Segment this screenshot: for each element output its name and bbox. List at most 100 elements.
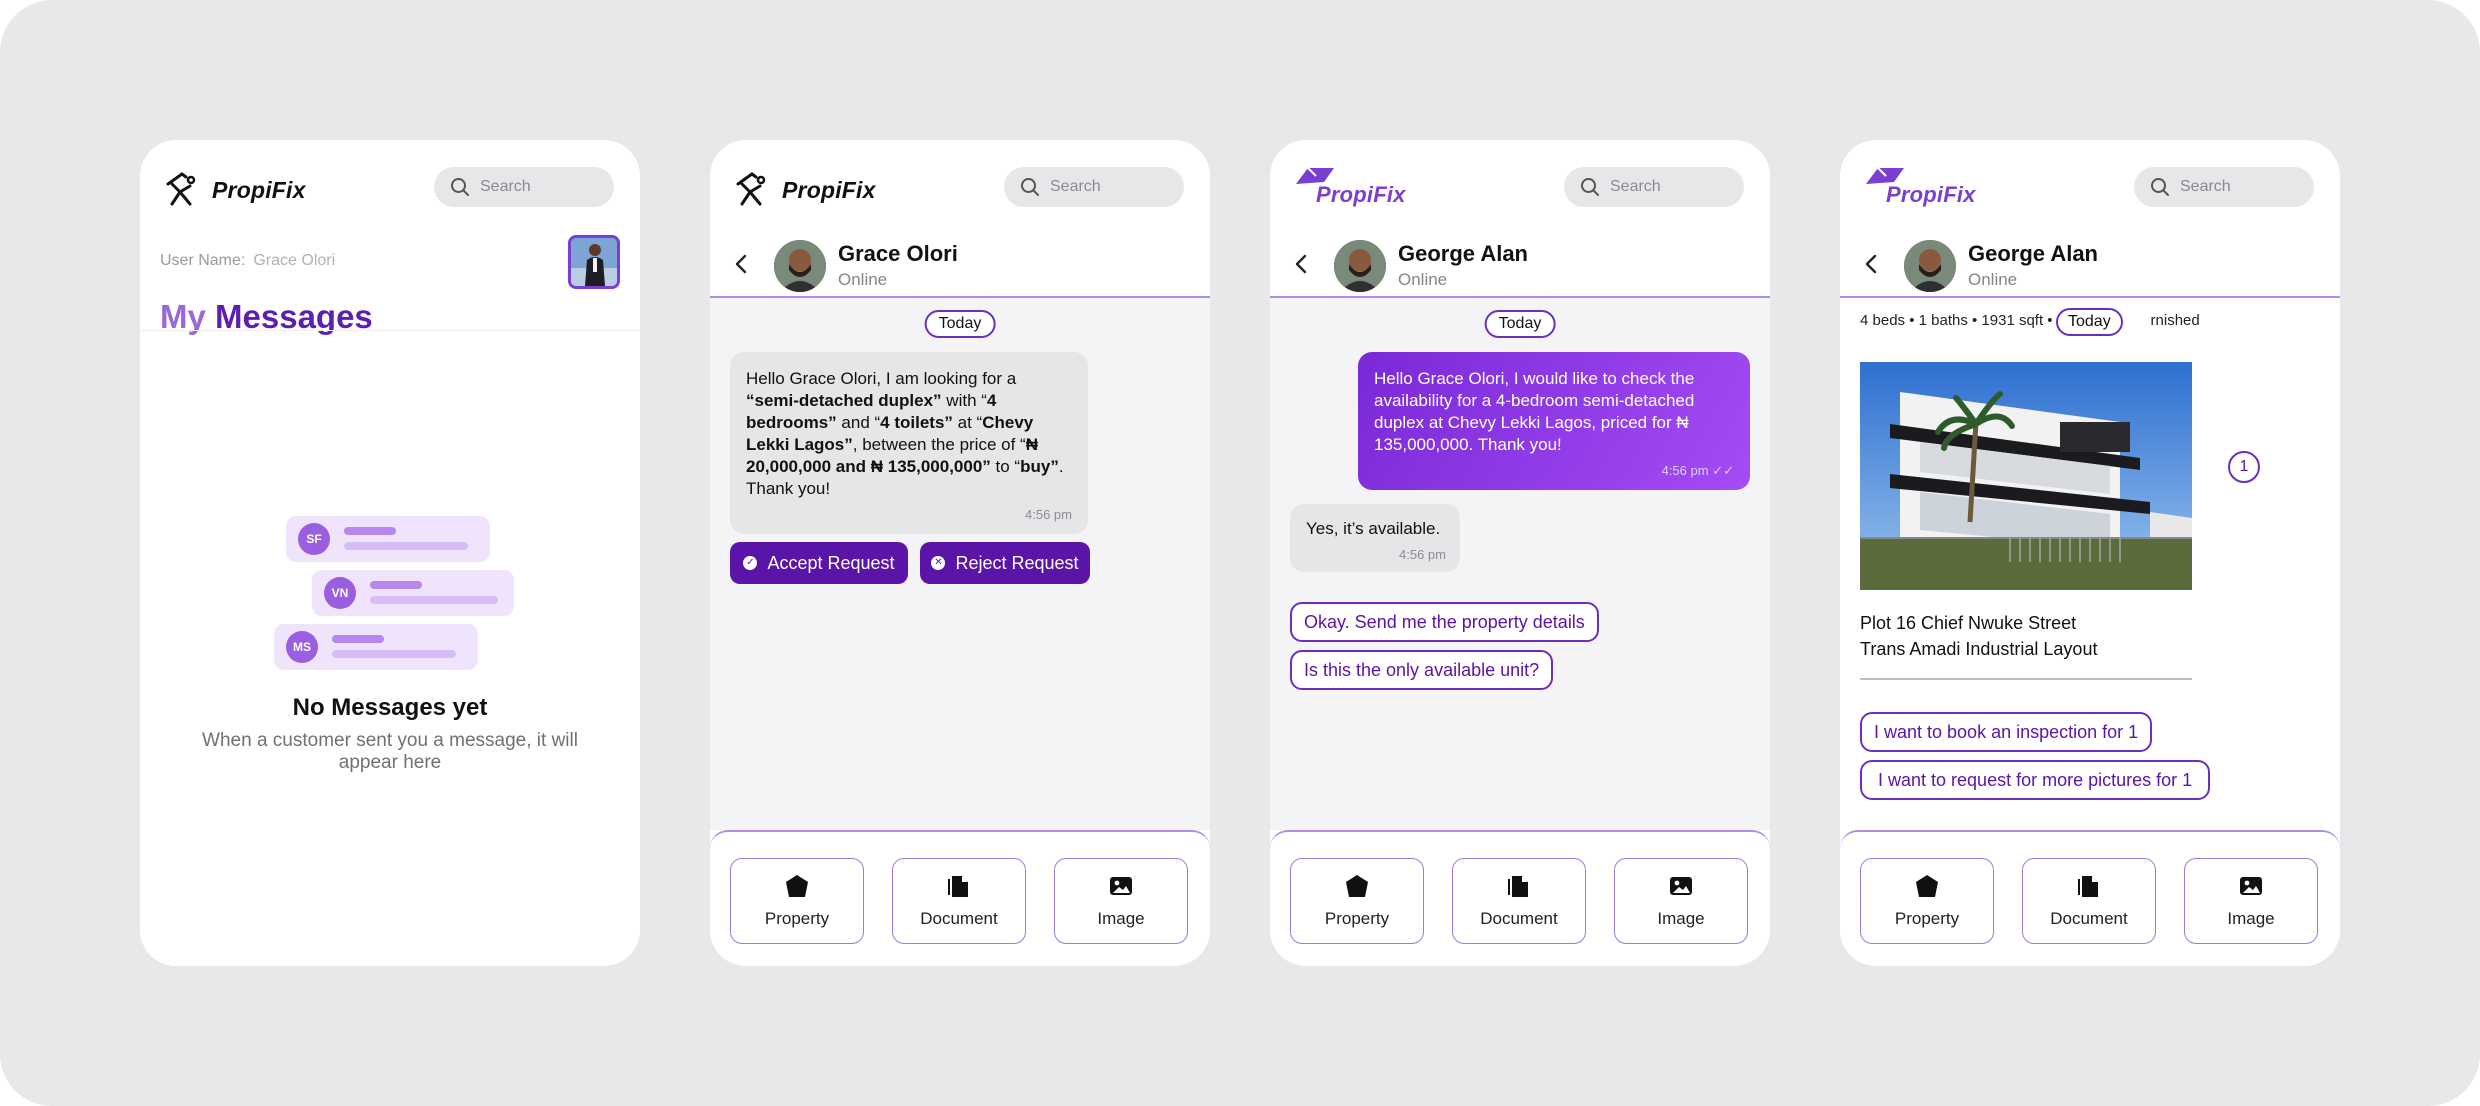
search-placeholder: Search [480, 178, 531, 195]
search-icon [451, 178, 469, 196]
attachment-bar: Property Document Image [1840, 830, 2340, 966]
search-input[interactable]: Search [1564, 167, 1744, 207]
illustration-avatar: MS [286, 631, 318, 663]
illustration-card: VN [312, 570, 514, 616]
reject-request-label: Reject Request [955, 552, 1079, 573]
message-text: Hello Grace Olori, I am looking for a [746, 369, 1017, 388]
contact-avatar[interactable] [1334, 240, 1386, 292]
top-bar: PropiFix Search [1840, 140, 2340, 240]
chat-header: Grace Olori Online [710, 232, 1210, 298]
document-icon [948, 876, 968, 897]
document-button[interactable]: Document [2022, 858, 2156, 944]
screen-property-card: PropiFix Search George Alan Online 4 bed… [1840, 140, 2340, 966]
image-count-badge[interactable]: 1 [2228, 451, 2260, 483]
message-text: and “ [836, 413, 881, 432]
quick-reply-chip[interactable]: Is this the only available unit? [1290, 650, 1554, 690]
brand-logo[interactable]: PropiFix [164, 168, 306, 212]
attachment-bar: Property Document Image [1270, 830, 1770, 966]
address-line-1: Plot 16 Chief Nwuke Street [1860, 613, 2077, 633]
document-button[interactable]: Document [892, 858, 1026, 944]
search-icon [2151, 178, 2169, 196]
back-arrow-icon[interactable] [1860, 252, 1884, 276]
double-check-icon: ✓✓ [1712, 463, 1734, 478]
message-text: to “ [990, 457, 1021, 476]
username-row: User Name: Grace Olori [160, 252, 335, 270]
message-text: at “ [952, 413, 983, 432]
message-time: 4:56 pm [1661, 463, 1709, 478]
outgoing-message: Hello Grace Olori, I would like to check… [1358, 352, 1750, 490]
divider [140, 330, 640, 331]
brand-logo[interactable]: PropiFix [1294, 164, 1414, 208]
contact-name: George Alan [1968, 241, 2098, 266]
username-value: Grace Olori [253, 252, 336, 269]
contact-avatar[interactable] [774, 240, 826, 292]
search-icon [1021, 178, 1039, 196]
top-bar: PropiFix Search [140, 140, 640, 240]
house-icon [786, 875, 808, 897]
specs-text: 4 beds • 1 baths • 1931 sqft • [1860, 312, 2053, 329]
back-arrow-icon[interactable] [730, 252, 754, 276]
brand-name: PropiFix [1886, 182, 1976, 207]
message-bold: buy” [1020, 457, 1059, 476]
attachment-bar: Property Document Image [710, 830, 1210, 966]
message-text: Hello Grace Olori, I would like to check… [1374, 369, 1695, 454]
contact-status: Online [1968, 270, 2018, 289]
property-specs: 4 beds • 1 baths • 1931 sqft • rnished [1860, 312, 2200, 329]
image-label: Image [2227, 909, 2275, 928]
brand-name: PropiFix [212, 176, 306, 203]
quick-reply-chip[interactable]: I want to book an inspection for 1 [1860, 712, 2153, 752]
image-icon [2240, 877, 2262, 895]
top-bar: PropiFix Search [1270, 140, 1770, 240]
message-meta: 4:56 pm ✓✓ [1374, 460, 1734, 482]
image-button[interactable]: Image [1054, 858, 1188, 944]
contact-name: George Alan [1398, 241, 1528, 266]
property-button[interactable]: Property [730, 858, 864, 944]
message-text: with “ [941, 391, 987, 410]
contact-status: Online [838, 270, 888, 289]
profile-avatar[interactable] [568, 235, 620, 289]
empty-state-title: No Messages yet [292, 694, 488, 721]
logo-mark-icon [166, 172, 196, 206]
contact-status: Online [1398, 270, 1448, 289]
illustration-line [344, 527, 396, 535]
brand-logo[interactable]: PropiFix [1864, 164, 1984, 208]
empty-state-subtitle: When a customer sent you a message, it w… [202, 730, 578, 773]
quick-reply-chip[interactable]: Okay. Send me the property details [1290, 602, 1599, 642]
illustration-card: MS [274, 624, 478, 670]
brand-logo[interactable]: PropiFix [734, 168, 876, 212]
search-placeholder: Search [1050, 178, 1101, 195]
screen-my-messages: PropiFix Search User Name: Grace Olori My… [140, 140, 640, 966]
property-button[interactable]: Property [1860, 858, 1994, 944]
search-input[interactable]: Search [434, 167, 614, 207]
chat-header: George Alan Online [1840, 232, 2340, 298]
back-arrow-icon[interactable] [1290, 252, 1314, 276]
close-circle-icon: ✕ [931, 556, 946, 570]
accept-request-button[interactable]: ✓ Accept Request [730, 542, 908, 584]
message-time: 4:56 pm [1025, 507, 1072, 522]
property-photo[interactable] [1860, 362, 2192, 590]
search-placeholder: Search [2180, 178, 2231, 195]
property-address: Plot 16 Chief Nwuke Street Trans Amadi I… [1860, 610, 2097, 662]
reject-request-button[interactable]: ✕ Reject Request [920, 542, 1090, 584]
document-button[interactable]: Document [1452, 858, 1586, 944]
person-photo-icon [571, 238, 617, 286]
message-bold: 4 toilets” [880, 413, 953, 432]
divider [1860, 678, 2192, 680]
building-photo-icon [1860, 362, 2192, 590]
document-icon [1508, 876, 1528, 897]
image-button[interactable]: Image [1614, 858, 1748, 944]
search-placeholder: Search [1610, 178, 1661, 195]
contact-avatar[interactable] [1904, 240, 1956, 292]
illustration-line [370, 596, 498, 604]
person-photo-icon [1334, 240, 1386, 292]
message-text: Yes, it’s available. [1306, 519, 1441, 538]
search-input[interactable]: Search [2134, 167, 2314, 207]
property-button[interactable]: Property [1290, 858, 1424, 944]
search-input[interactable]: Search [1004, 167, 1184, 207]
quick-reply-chip[interactable]: I want to request for more pictures for … [1860, 760, 2211, 800]
property-label: Property [1324, 909, 1390, 928]
message-time: 4:56 pm [1399, 547, 1446, 562]
image-button[interactable]: Image [2184, 858, 2318, 944]
incoming-message: Yes, it’s available. 4:56 pm [1290, 504, 1460, 572]
illustration-line [332, 635, 384, 643]
